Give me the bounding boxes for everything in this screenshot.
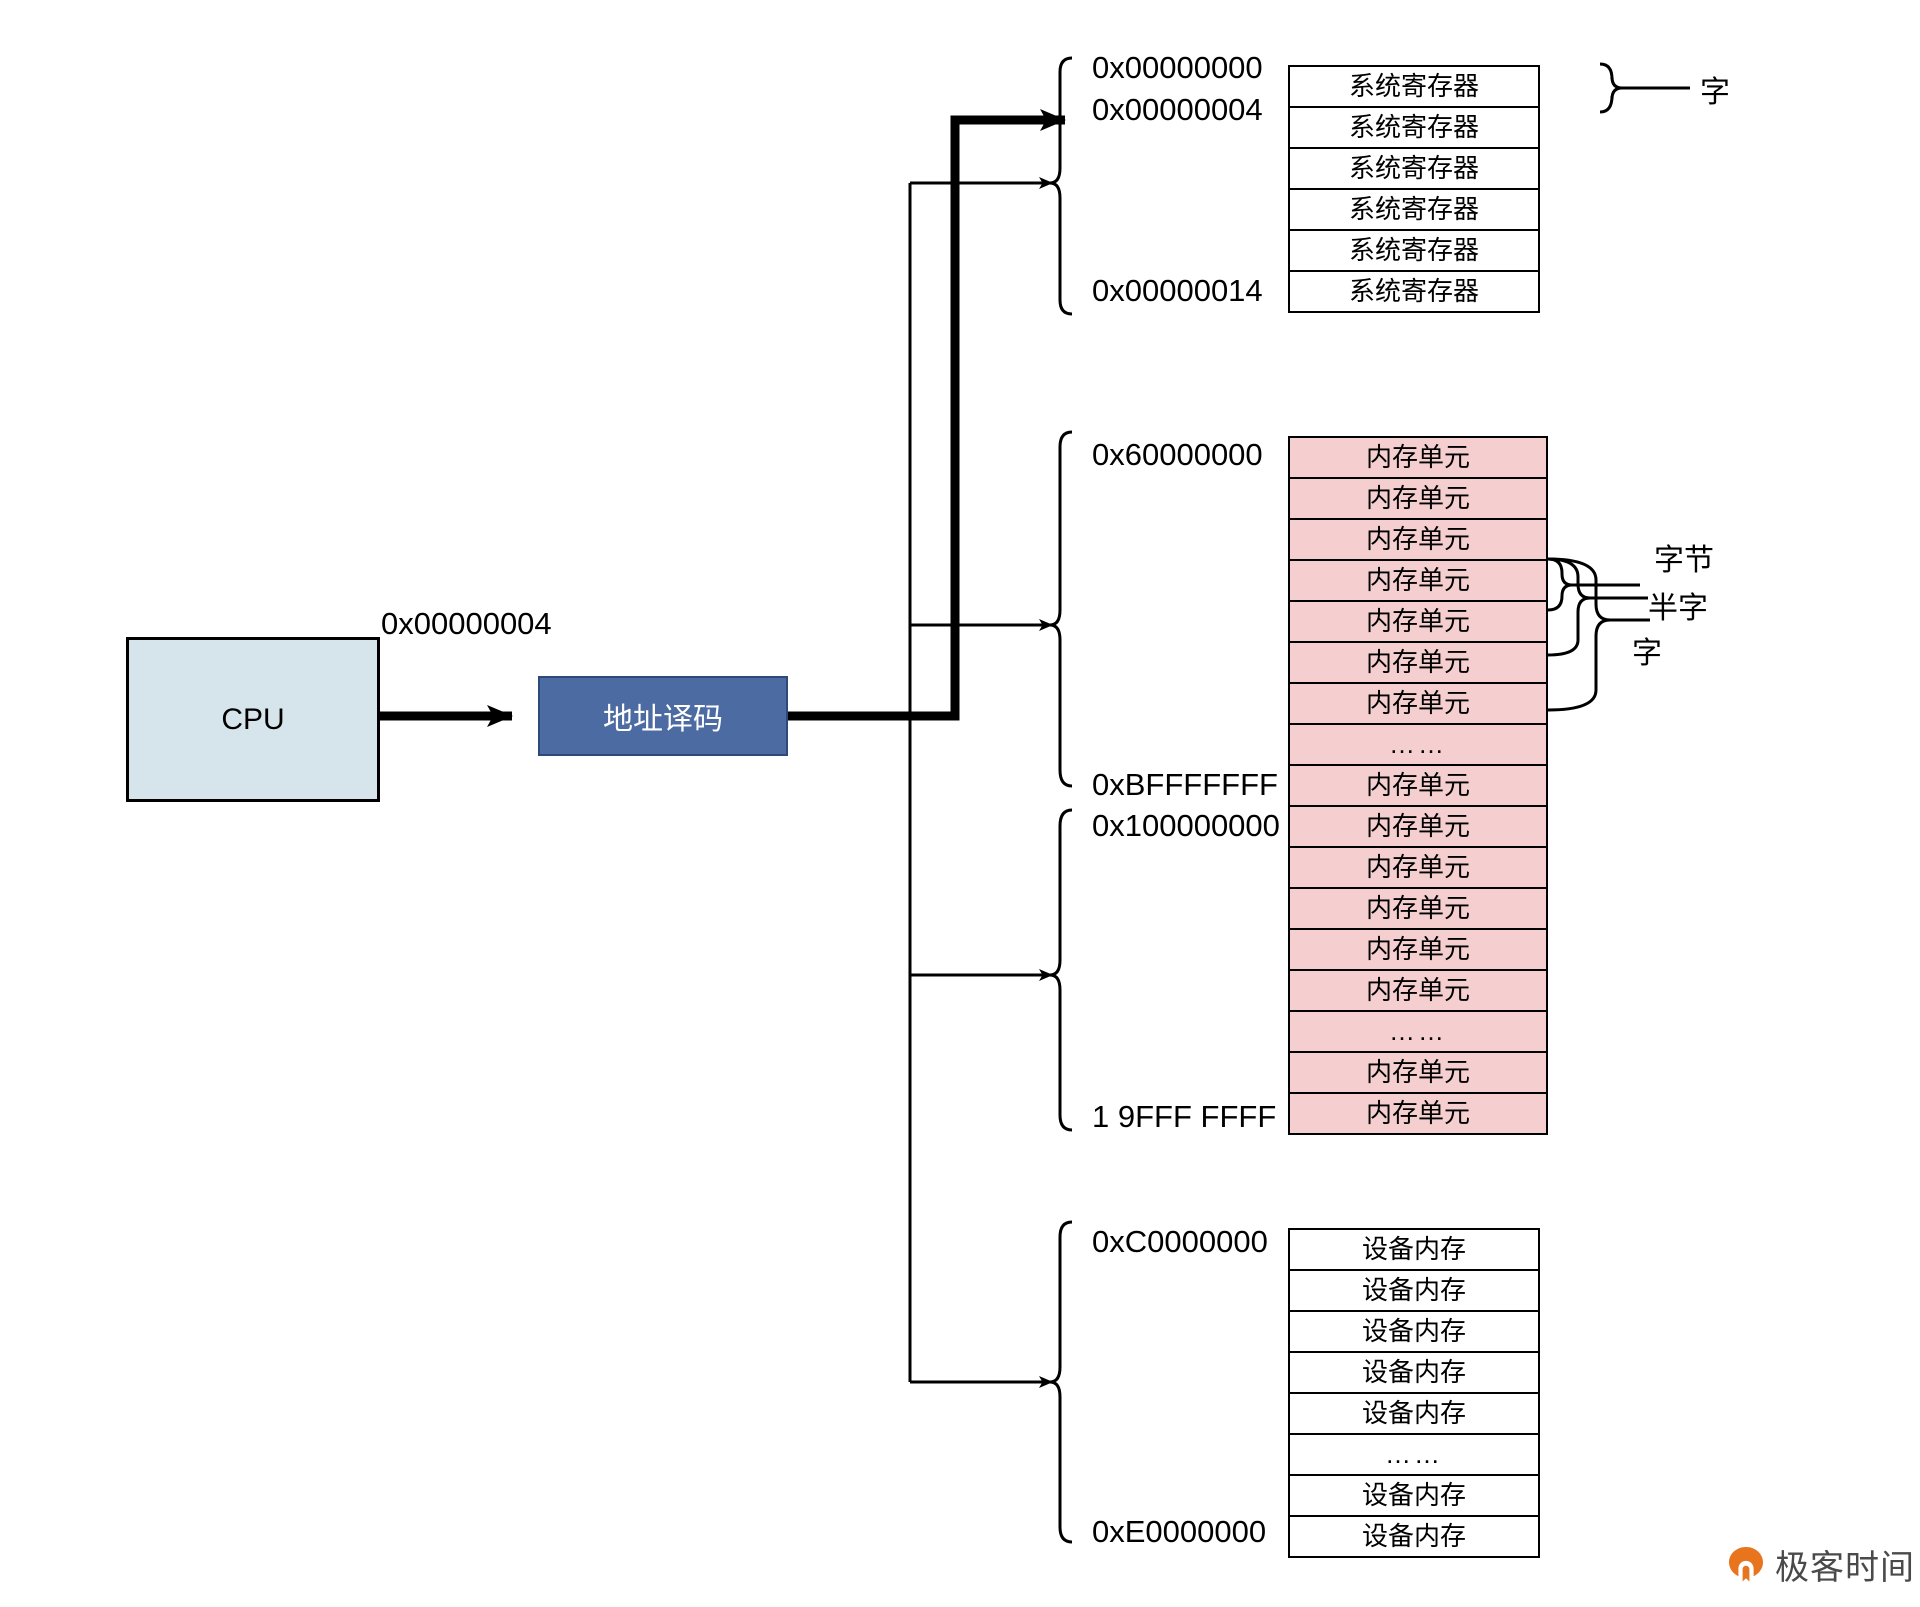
memory-cell: 内存单元 [1290,1053,1546,1094]
watermark-text: 极客时间 [1775,1548,1915,1588]
brace-memory-upper-bottom [1049,623,1073,788]
brace-memory-lower-top [1049,808,1073,977]
brace-memory-upper [1049,430,1073,627]
memory-cell: 内存单元 [1290,848,1546,889]
memory-cell: 内存单元 [1290,684,1546,725]
system-register-table: 系统寄存器 系统寄存器 系统寄存器 系统寄存器 系统寄存器 系统寄存器 [1288,65,1540,313]
device-start-address: 0xC0000000 [1092,1224,1268,1259]
memory-word-annotation: 字 [1632,637,1662,670]
memory-cell: 内存单元 [1290,930,1546,971]
brace-device-bottom [1049,1380,1073,1544]
watermark: 极客时间 [1726,1540,1915,1589]
device-cell: 设备内存 [1290,1394,1538,1435]
decoder-bus-wire [788,109,1066,721]
main-memory-table: 内存单元 内存单元 内存单元 内存单元 内存单元 内存单元 内存单元 …… 内存… [1288,436,1548,1135]
memory-cell: 内存单元 [1290,602,1546,643]
memory-start-address: 0x60000000 [1092,437,1263,472]
register-cell: 系统寄存器 [1290,272,1538,313]
device-memory-table: 设备内存 设备内存 设备内存 设备内存 设备内存 …… 设备内存 设备内存 [1288,1228,1540,1558]
register-cell: 系统寄存器 [1290,231,1538,272]
memory-ellipsis-cell: …… [1290,1012,1546,1053]
cpu-label: CPU [221,702,285,736]
register-cell: 系统寄存器 [1290,108,1538,149]
memory-ellipsis-cell: …… [1290,725,1546,766]
device-cell: 设备内存 [1290,1353,1538,1394]
memory-cell: 内存单元 [1290,971,1546,1012]
address-decoder-label: 地址译码 [603,703,723,736]
memory-end-address: 1 9FFF FFFF [1092,1099,1277,1134]
brace-device-top [1049,1220,1073,1384]
geekbang-logo-icon [1726,1545,1766,1585]
device-cell: 设备内存 [1290,1271,1538,1312]
brace-registers-lower [1049,181,1073,316]
cpu-block[interactable]: CPU [126,637,380,802]
diagram-canvas: CPU 0x00000004 地址译码 0x00000000 0x0000000… [0,0,1920,1607]
memory-cell: 内存单元 [1290,520,1546,561]
device-ellipsis-cell: …… [1290,1435,1538,1476]
register-second-address: 0x00000004 [1092,92,1263,127]
memory-cell: 内存单元 [1290,561,1546,602]
register-cell: 系统寄存器 [1290,149,1538,190]
memory-cell: 内存单元 [1290,438,1546,479]
brace-memory-lower-bottom [1049,973,1073,1132]
memory-cell: 内存单元 [1290,766,1546,807]
memory-cell: 内存单元 [1290,807,1546,848]
device-end-address: 0xE0000000 [1092,1514,1267,1549]
memory-cell: 内存单元 [1290,479,1546,520]
memory-cell: 内存单元 [1290,889,1546,930]
brace-register-word [1599,62,1623,114]
connector-layer [380,56,1690,1544]
device-cell: 设备内存 [1290,1476,1538,1517]
brace-halfword [1547,557,1591,657]
device-cell: 设备内存 [1290,1230,1538,1271]
address-decoder-block[interactable]: 地址译码 [538,676,788,756]
memory-cell: 内存单元 [1290,1094,1546,1135]
register-cell: 系统寄存器 [1290,67,1538,108]
memory-halfword-annotation: 半字 [1648,592,1708,625]
register-end-address: 0x00000014 [1092,273,1263,308]
bus-address-label: 0x00000004 [381,606,552,641]
device-cell: 设备内存 [1290,1517,1538,1558]
brace-byte [1547,557,1573,612]
register-start-address: 0x00000000 [1092,50,1263,85]
register-word-annotation: 字 [1700,76,1730,109]
memory-upper-end-address: 0xBFFFFFFF [1092,767,1278,802]
device-cell: 设备内存 [1290,1312,1538,1353]
memory-byte-annotation: 字节 [1654,544,1714,577]
memory-cell: 内存单元 [1290,643,1546,684]
register-cell: 系统寄存器 [1290,190,1538,231]
memory-lower-start-address: 0x100000000 [1092,808,1280,843]
